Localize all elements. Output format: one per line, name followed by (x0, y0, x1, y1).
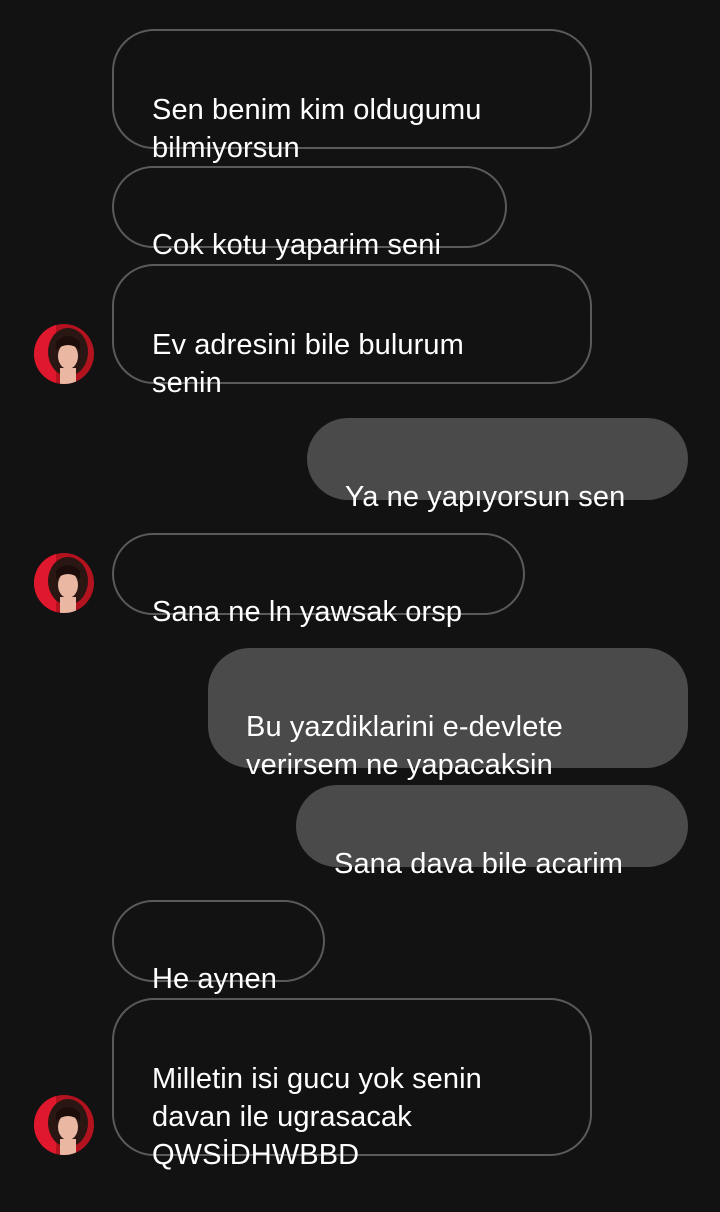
received-message-bubble[interactable]: Sana ne ln yawsak orsp (112, 533, 525, 628)
sent-message-bubble[interactable]: Sana dava bile acarim (296, 785, 688, 880)
message-text: He aynen (152, 963, 277, 995)
message-text: Sen benim kim oldugumu bilmiyorsun (152, 94, 482, 164)
contact-avatar-icon[interactable] (34, 324, 94, 384)
message-text: Cok kotu yaparim seni (152, 229, 441, 261)
sent-message-bubble[interactable]: Bu yazdiklarini e-devlete verirsem ne ya… (208, 648, 688, 781)
message-text: Ev adresini bile bulurum senin (152, 329, 464, 399)
contact-avatar-icon[interactable] (34, 553, 94, 613)
message-text: Bu yazdiklarini e-devlete verirsem ne ya… (246, 711, 563, 781)
received-message-bubble[interactable]: Cok kotu yaparim seni (112, 166, 507, 261)
received-message-bubble[interactable]: Milletin isi gucu yok senin davan ile ug… (112, 998, 592, 1171)
received-message-bubble[interactable]: Ev adresini bile bulurum senin (112, 264, 592, 399)
received-message-bubble[interactable]: Sen benim kim oldugumu bilmiyorsun (112, 29, 592, 164)
sent-message-bubble[interactable]: Ya ne yapıyorsun sen (307, 418, 688, 513)
message-text: Milletin isi gucu yok senin davan ile ug… (152, 1063, 482, 1171)
message-text: Sana ne ln yawsak orsp (152, 596, 463, 628)
contact-avatar-icon[interactable] (34, 1095, 94, 1155)
received-message-bubble[interactable]: He aynen (112, 900, 325, 995)
message-text: Ya ne yapıyorsun sen (345, 481, 626, 513)
message-text: Sana dava bile acarim (334, 848, 624, 880)
